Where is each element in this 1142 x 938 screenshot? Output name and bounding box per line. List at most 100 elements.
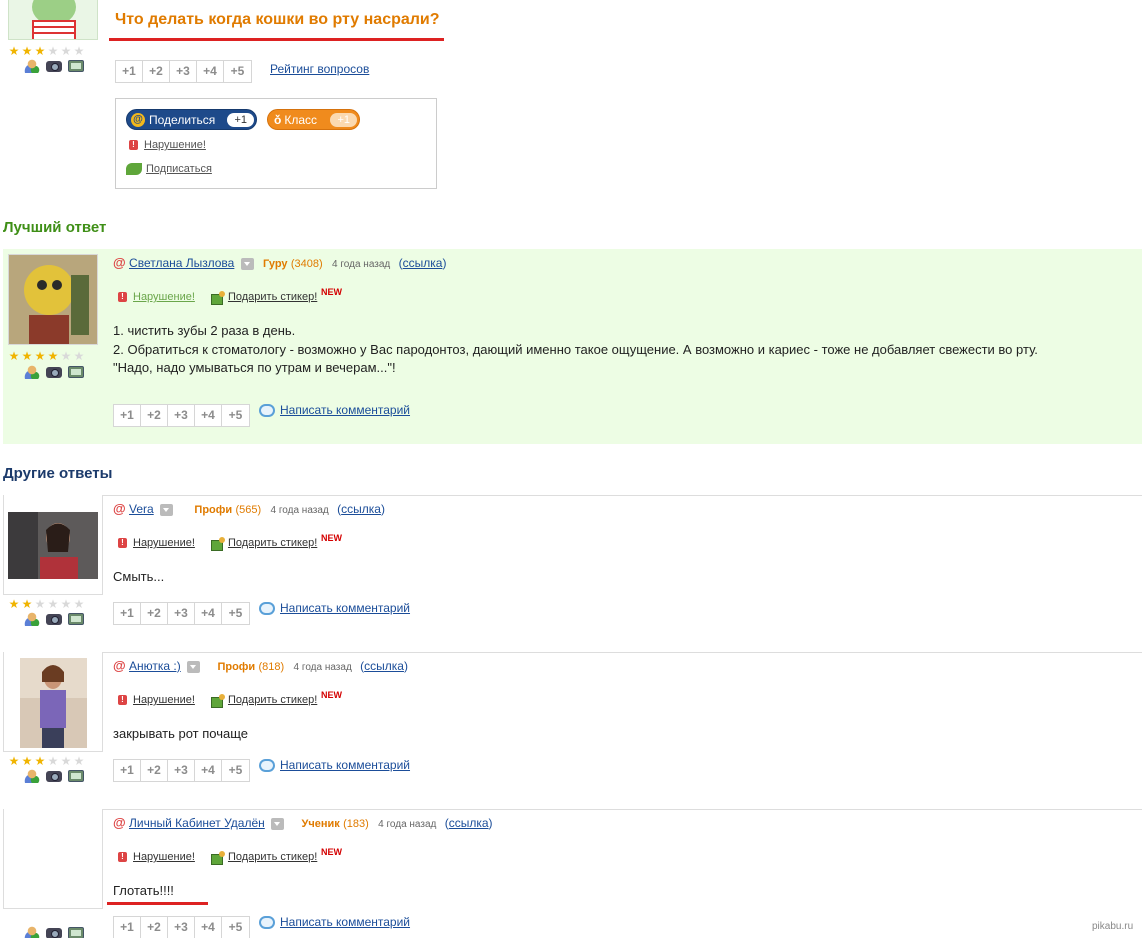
vote-plus3-button[interactable]: +3 <box>168 917 195 938</box>
best-answer-line: 2. Обратиться к стоматологу - возможно у… <box>113 341 1038 357</box>
answer-new-badge: NEW <box>321 847 342 857</box>
vote-plus4-button[interactable]: +4 <box>197 61 224 82</box>
vote-plus5-button[interactable]: +5 <box>222 917 249 938</box>
vote-plus1-button[interactable]: +1 <box>114 760 141 781</box>
camera-icon[interactable] <box>46 614 62 625</box>
mail-at-icon: @ <box>113 815 126 830</box>
vote-plus2-button[interactable]: +2 <box>141 603 168 624</box>
best-answer-violation-link[interactable]: Нарушение! <box>133 291 195 303</box>
answer-new-badge: NEW <box>321 533 342 543</box>
answer-permalink[interactable]: ссылка <box>341 502 381 516</box>
answer-avatar-photo[interactable] <box>8 512 98 579</box>
video-icon[interactable] <box>68 366 84 378</box>
vote-plus3-button[interactable]: +3 <box>170 61 197 82</box>
best-answer-permalink[interactable]: ссылка <box>403 256 443 270</box>
best-answer-sticker-link[interactable]: Подарить стикер! <box>228 291 317 303</box>
answer-avatar-empty[interactable] <box>3 809 103 909</box>
vote-plus3-button[interactable]: +3 <box>168 603 195 624</box>
answer-actions: ! Нарушение! Подарить стикер! <box>118 536 317 551</box>
vote-plus1-button[interactable]: +1 <box>114 917 141 938</box>
answer-sticker-link[interactable]: Подарить стикер! <box>228 851 317 863</box>
subscribe-icon <box>126 163 142 176</box>
vote-plus2-button[interactable]: +2 <box>143 61 170 82</box>
klass-button[interactable]: ǒ Класс +1 <box>267 109 360 130</box>
best-answer-comment-link[interactable]: Написать комментарий <box>280 403 410 417</box>
klass-count: +1 <box>330 112 357 127</box>
answer-violation-link[interactable]: Нарушение! <box>133 694 195 706</box>
question-avatar[interactable] <box>8 0 98 40</box>
answer-rank: Ученик <box>301 818 340 830</box>
vote-plus5-button[interactable]: +5 <box>222 760 249 781</box>
video-icon[interactable] <box>68 770 84 782</box>
share-button[interactable]: @ Поделиться +1 <box>126 109 257 130</box>
question-title-underline <box>109 38 444 41</box>
answer-comment-link[interactable]: Написать комментарий <box>280 758 410 772</box>
answer-comment-link[interactable]: Написать комментарий <box>280 915 410 929</box>
vote-plus1-button[interactable]: +1 <box>114 603 141 624</box>
vote-plus4-button[interactable]: +4 <box>195 405 222 426</box>
chevron-down-icon[interactable] <box>160 503 174 516</box>
vote-plus1-button[interactable]: +1 <box>114 405 141 426</box>
question-vote-bar: +1 +2 +3 +4 +5 <box>115 60 252 83</box>
user-icon[interactable] <box>24 769 40 783</box>
question-violation-link[interactable]: Нарушение! <box>144 139 206 151</box>
answer-avatar-photo[interactable] <box>20 658 87 748</box>
answer-author-link[interactable]: Личный Кабинет Удалён <box>129 816 265 830</box>
answer-violation-link[interactable]: Нарушение! <box>133 537 195 549</box>
camera-icon[interactable] <box>46 61 62 72</box>
vote-plus5-button[interactable]: +5 <box>224 61 251 82</box>
answer-author-link[interactable]: Vera <box>129 502 154 516</box>
answer-sticker-link[interactable]: Подарить стикер! <box>228 694 317 706</box>
user-icon[interactable] <box>24 612 40 626</box>
vote-plus4-button[interactable]: +4 <box>195 603 222 624</box>
best-answer-author-link[interactable]: Светлана Лызлова <box>129 256 234 270</box>
share-count: +1 <box>227 112 254 127</box>
answer-text: Смыть... <box>113 569 165 584</box>
star-filled-icon: ★ <box>21 754 33 768</box>
camera-icon[interactable] <box>46 928 62 938</box>
answer-sticker-link[interactable]: Подарить стикер! <box>228 537 317 549</box>
vote-plus2-button[interactable]: +2 <box>141 917 168 938</box>
cartoon-avatar-image <box>32 0 76 39</box>
vote-plus1-button[interactable]: +1 <box>116 61 143 82</box>
user-icon[interactable] <box>24 59 40 73</box>
vote-plus2-button[interactable]: +2 <box>141 405 168 426</box>
video-icon[interactable] <box>68 927 84 938</box>
video-icon[interactable] <box>68 613 84 625</box>
user-icon[interactable] <box>24 365 40 379</box>
painted-figure-image <box>9 255 97 344</box>
vote-plus5-button[interactable]: +5 <box>222 405 249 426</box>
chevron-down-icon[interactable] <box>271 817 285 830</box>
camera-icon[interactable] <box>46 771 62 782</box>
vote-plus4-button[interactable]: +4 <box>195 760 222 781</box>
vote-plus2-button[interactable]: +2 <box>141 760 168 781</box>
chevron-down-icon[interactable] <box>187 660 201 673</box>
warning-icon: ! <box>118 292 127 302</box>
vote-plus5-button[interactable]: +5 <box>222 603 249 624</box>
comment-bubble-icon <box>259 916 275 930</box>
best-answer-avatar[interactable] <box>8 254 98 345</box>
other-answers-title: Другие ответы <box>3 465 113 482</box>
answer-author-link[interactable]: Анютка :) <box>129 659 181 673</box>
answer-permalink[interactable]: ссылка <box>449 816 489 830</box>
answer-text-underline <box>107 902 208 905</box>
subscribe-link[interactable]: Подписаться <box>146 163 212 175</box>
answer-comment-link[interactable]: Написать комментарий <box>280 601 410 615</box>
vote-plus3-button[interactable]: +3 <box>168 405 195 426</box>
best-answer-rank: Гуру <box>263 258 288 270</box>
warning-icon: ! <box>118 538 127 548</box>
video-icon[interactable] <box>68 60 84 72</box>
vote-plus4-button[interactable]: +4 <box>195 917 222 938</box>
warning-icon: ! <box>118 852 127 862</box>
star-empty-icon: ★ <box>34 597 46 611</box>
answer-violation-link[interactable]: Нарушение! <box>133 851 195 863</box>
chevron-down-icon[interactable] <box>240 257 254 270</box>
camera-icon[interactable] <box>46 367 62 378</box>
user-icon[interactable] <box>24 926 40 938</box>
star-empty-icon: ★ <box>73 754 85 768</box>
answer-new-badge: NEW <box>321 690 342 700</box>
rating-link[interactable]: Рейтинг вопросов <box>270 62 369 76</box>
vote-plus3-button[interactable]: +3 <box>168 760 195 781</box>
answer-permalink[interactable]: ссылка <box>364 659 404 673</box>
question-title: Что делать когда кошки во рту насрали? <box>115 11 440 28</box>
